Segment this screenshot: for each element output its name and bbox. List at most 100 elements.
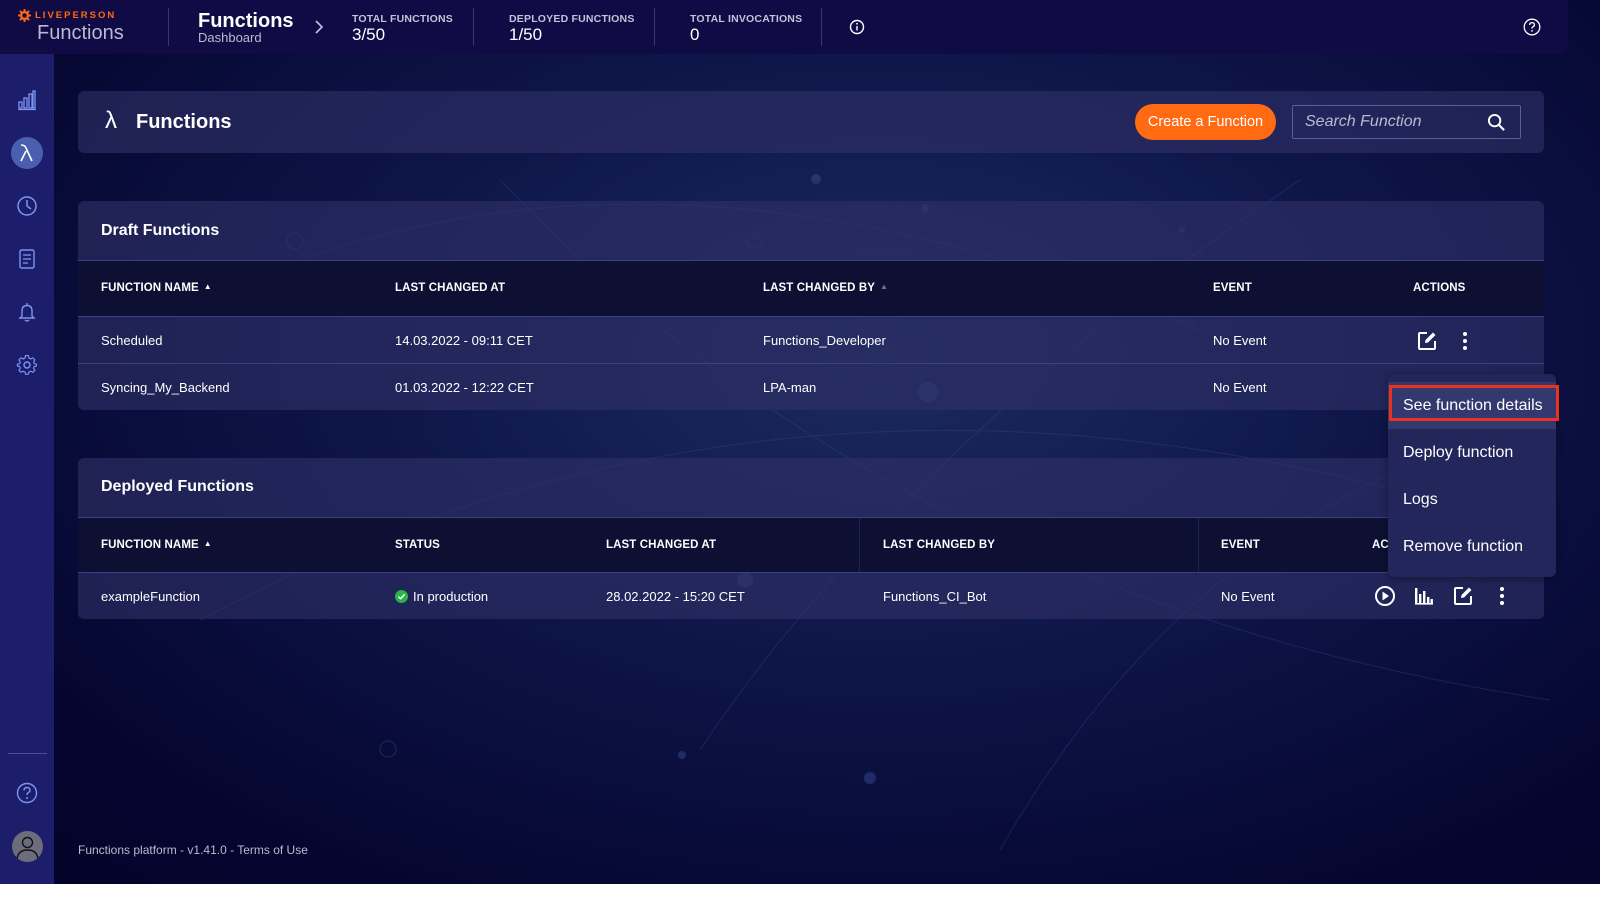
search-input[interactable] bbox=[1293, 106, 1483, 138]
column-separator bbox=[859, 518, 860, 574]
cell-last-changed-at: 01.03.2022 - 12:22 CET bbox=[395, 380, 534, 395]
edit-icon[interactable] bbox=[1452, 585, 1474, 607]
section-title: Draft Functions bbox=[101, 222, 220, 239]
cell-event: No Event bbox=[1213, 333, 1267, 348]
sidebar-item-alerts[interactable] bbox=[11, 296, 43, 328]
column-label: ACTIONS bbox=[1413, 282, 1466, 294]
stat-value: 3/50 bbox=[352, 25, 386, 44]
cell-status: In production bbox=[395, 589, 488, 604]
sort-icon: ▲ bbox=[880, 282, 889, 291]
column-label: EVENT bbox=[1213, 282, 1252, 294]
table-row[interactable]: exampleFunction In production 28.02.2022… bbox=[78, 572, 1544, 619]
footer: Functions platform - v1.41.0 - Terms of … bbox=[78, 843, 308, 857]
column-header-last-changed-at[interactable]: LAST CHANGED AT bbox=[606, 539, 716, 551]
breadcrumb-subtitle[interactable]: Dashboard bbox=[198, 31, 294, 45]
search-field bbox=[1292, 105, 1521, 139]
sidebar-item-settings[interactable] bbox=[11, 349, 43, 381]
cell-last-changed-by: Functions_Developer bbox=[763, 333, 886, 348]
section-title: Deployed Functions bbox=[101, 478, 254, 495]
help-icon[interactable] bbox=[1523, 18, 1541, 36]
sidebar-item-analytics[interactable] bbox=[11, 84, 43, 116]
table-row[interactable]: Scheduled 14.03.2022 - 09:11 CET Functio… bbox=[78, 316, 1544, 363]
stat-deployed-functions: DEPLOYED FUNCTIONS 1/50 bbox=[509, 13, 635, 44]
breadcrumb: Functions Dashboard bbox=[198, 11, 294, 45]
topbar-divider bbox=[821, 8, 822, 46]
sidebar-item-functions[interactable] bbox=[11, 137, 43, 169]
cell-function-name[interactable]: Scheduled bbox=[101, 333, 162, 348]
topbar-divider bbox=[654, 8, 655, 46]
column-header-actions: ACTIONS bbox=[1413, 282, 1465, 294]
stat-total-invocations: TOTAL INVOCATIONS 0 bbox=[690, 13, 802, 44]
user-avatar[interactable] bbox=[12, 831, 43, 862]
menu-item-label: Remove function bbox=[1403, 538, 1524, 555]
draft-functions-panel: Draft Functions FUNCTION NAME ▲ LAST CHAN… bbox=[78, 201, 1544, 410]
play-circle-icon[interactable] bbox=[1374, 585, 1396, 607]
column-separator bbox=[1198, 518, 1199, 574]
footer-version: v1.41.0 bbox=[187, 843, 227, 857]
menu-item-deploy-function[interactable]: Deploy function bbox=[1388, 429, 1556, 476]
bell-icon bbox=[18, 303, 36, 322]
create-function-button[interactable]: Create a Function bbox=[1135, 104, 1276, 140]
column-label: LAST CHANGED BY bbox=[763, 282, 876, 294]
page-title: Functions bbox=[136, 111, 232, 133]
search-icon[interactable] bbox=[1487, 113, 1506, 132]
column-header-function-name[interactable]: FUNCTION NAME ▲ bbox=[101, 539, 212, 551]
functions-header-card: λ Functions Create a Function bbox=[78, 91, 1544, 153]
column-label: LAST CHANGED BY bbox=[883, 539, 996, 551]
column-label: FUNCTION NAME bbox=[101, 282, 199, 294]
brand-product: Functions bbox=[37, 22, 124, 44]
menu-item-see-function-details[interactable]: See function details bbox=[1388, 382, 1556, 429]
column-header-function-name[interactable]: FUNCTION NAME ▲ bbox=[101, 282, 212, 294]
topbar-divider bbox=[473, 8, 474, 46]
check-circle-icon bbox=[395, 590, 408, 603]
bar-chart-icon bbox=[18, 90, 36, 111]
column-header-status[interactable]: STATUS bbox=[395, 539, 440, 551]
column-header-last-changed-by[interactable]: LAST CHANGED BY ▲ bbox=[763, 282, 888, 294]
cell-last-changed-by: Functions_CI_Bot bbox=[883, 589, 987, 604]
column-label: FUNCTION NAME bbox=[101, 539, 199, 551]
gear-icon bbox=[16, 355, 37, 375]
column-header-last-changed-by[interactable]: LAST CHANGED BY bbox=[883, 539, 995, 551]
sidebar-item-documents[interactable] bbox=[11, 243, 43, 275]
bar-chart-icon[interactable] bbox=[1413, 585, 1435, 607]
info-icon[interactable] bbox=[849, 19, 865, 35]
footer-separator: - bbox=[226, 843, 238, 857]
column-label: LAST CHANGED AT bbox=[395, 282, 506, 294]
stat-total-functions: TOTAL FUNCTIONS 3/50 bbox=[352, 13, 453, 44]
menu-item-remove-function[interactable]: Remove function bbox=[1388, 523, 1556, 570]
table-header: FUNCTION NAME ▲ LAST CHANGED AT LAST CHAN… bbox=[78, 260, 1544, 316]
table-row[interactable]: Syncing_My_Backend 01.03.2022 - 12:22 CE… bbox=[78, 363, 1544, 410]
more-vertical-icon[interactable] bbox=[1491, 585, 1513, 607]
liveperson-logo-icon bbox=[18, 9, 31, 22]
document-icon bbox=[19, 249, 35, 269]
brand-logo[interactable]: LIVEPERSON Functions bbox=[18, 9, 124, 43]
avatar-icon bbox=[16, 836, 39, 860]
function-actions-menu: See function details Deploy function Log… bbox=[1388, 374, 1556, 577]
sidebar-divider bbox=[8, 753, 47, 754]
cell-event: No Event bbox=[1221, 589, 1275, 604]
footer-separator: - bbox=[176, 843, 188, 857]
column-label: STATUS bbox=[395, 539, 440, 551]
edit-icon[interactable] bbox=[1416, 330, 1438, 352]
sidebar-item-help[interactable] bbox=[11, 777, 43, 809]
topbar-divider bbox=[168, 8, 169, 46]
column-header-event[interactable]: EVENT bbox=[1213, 282, 1252, 294]
sort-ascending-icon: ▲ bbox=[203, 539, 212, 548]
column-header-last-changed-at[interactable]: LAST CHANGED AT bbox=[395, 282, 505, 294]
sidebar-item-schedules[interactable] bbox=[11, 190, 43, 222]
column-header-actions: AC bbox=[1372, 539, 1389, 551]
cell-last-changed-at: 14.03.2022 - 09:11 CET bbox=[395, 333, 533, 348]
table-header: FUNCTION NAME ▲ STATUS LAST CHANGED AT LA… bbox=[78, 517, 1544, 574]
cell-function-name[interactable]: exampleFunction bbox=[101, 589, 200, 604]
cell-function-name[interactable]: Syncing_My_Backend bbox=[101, 380, 230, 395]
sort-ascending-icon: ▲ bbox=[203, 282, 212, 291]
column-header-event[interactable]: EVENT bbox=[1221, 539, 1260, 551]
stat-label: TOTAL FUNCTIONS bbox=[352, 13, 453, 25]
column-label: LAST CHANGED AT bbox=[606, 539, 717, 551]
more-vertical-icon[interactable] bbox=[1454, 330, 1476, 352]
terms-of-use-link[interactable]: Terms of Use bbox=[237, 843, 308, 857]
chevron-right-icon bbox=[315, 20, 324, 34]
menu-item-label: Logs bbox=[1403, 491, 1438, 508]
sidebar bbox=[0, 54, 54, 884]
menu-item-logs[interactable]: Logs bbox=[1388, 476, 1556, 523]
